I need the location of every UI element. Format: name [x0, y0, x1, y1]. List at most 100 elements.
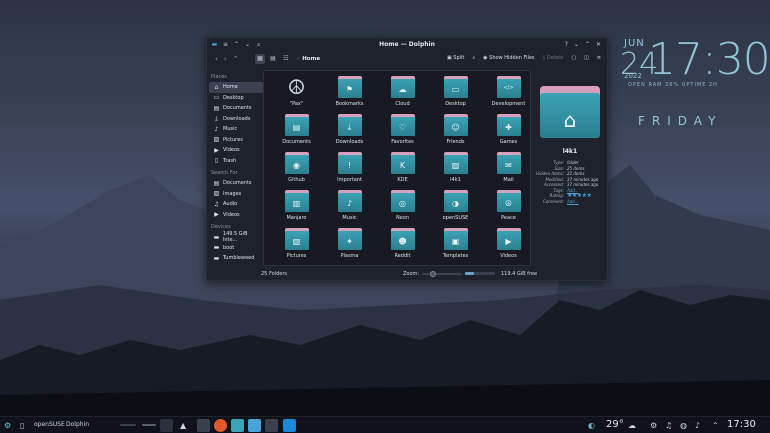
- folder-item[interactable]: ▶ Videos: [482, 227, 535, 265]
- sidebar-item-label: Desktop: [223, 94, 244, 101]
- folder-item[interactable]: ◉ Github: [270, 151, 323, 189]
- pager-icon[interactable]: ▯: [20, 420, 24, 431]
- folder-item[interactable]: ▨ l4k1: [429, 151, 482, 189]
- folder-item[interactable]: ▣ Templates: [429, 227, 482, 265]
- hamburger-menu-icon[interactable]: ≡: [597, 55, 601, 61]
- weather-icon[interactable]: ☁: [628, 420, 636, 431]
- discover-icon[interactable]: [248, 419, 261, 432]
- sidebar-item-documents[interactable]: ▤ Documents: [209, 103, 263, 114]
- folder-item[interactable]: K KDE: [376, 151, 429, 189]
- folder-icon: ◉: [284, 152, 309, 174]
- sidebar-item-label: Downloads: [223, 115, 251, 122]
- sidebar-item-videos[interactable]: ▶ Videos: [209, 210, 263, 221]
- taskbar-clock[interactable]: 17:30: [727, 419, 756, 430]
- folder-item[interactable]: ☮ "Pax": [270, 75, 323, 113]
- sidebar-item-home[interactable]: ⌂ Home: [209, 82, 263, 93]
- maximize-button[interactable]: ⌃: [585, 41, 590, 48]
- breadcrumb-home[interactable]: Home: [302, 56, 320, 62]
- system-settings-icon[interactable]: [197, 419, 210, 432]
- sidebar-item-desktop[interactable]: ▭ Desktop: [209, 93, 263, 104]
- folder-label: Development: [491, 101, 526, 107]
- sidebar-item-downloads[interactable]: ⤓ Downloads: [209, 114, 263, 125]
- folder-item[interactable]: ! Important: [323, 151, 376, 189]
- breadcrumb[interactable]: › Home: [297, 56, 320, 62]
- sidebar-item-trash[interactable]: ▯ Trash: [209, 156, 263, 167]
- file-view: ☮ "Pax" ⚑ Bookmarks ☁ Cloud ▭ Desktop </> Develop…: [263, 70, 531, 266]
- folder-item[interactable]: ☻ Reddit: [376, 227, 429, 265]
- forward-icon[interactable]: ›: [224, 55, 227, 63]
- folder-item[interactable]: ▥ Manjaro: [270, 189, 323, 227]
- details-view-icon[interactable]: ☷: [281, 54, 291, 64]
- folder-item[interactable]: ♪ Music: [323, 189, 376, 227]
- open-terminal-icon[interactable]: ▢: [571, 55, 576, 61]
- folder-item[interactable]: </> Development: [482, 75, 535, 113]
- workspace-icon[interactable]: ▲: [180, 420, 186, 431]
- sidebar-item-images[interactable]: ▨ Images: [209, 189, 263, 200]
- drive-icon: ▬: [213, 254, 220, 262]
- taskbar-item-opensuse[interactable]: openSUSE: [34, 421, 65, 428]
- tray-expand-icon[interactable]: ⌃: [712, 420, 719, 431]
- search-icon[interactable]: ⌕: [472, 55, 475, 61]
- minimize-button[interactable]: ⌄: [574, 41, 579, 48]
- zoom-slider-handle[interactable]: [430, 271, 436, 277]
- show-desktop-icon[interactable]: [160, 419, 173, 432]
- sidebar-item-pictures[interactable]: ▧ Pictures: [209, 135, 263, 146]
- sidebar-item-audio[interactable]: ♫ Audio: [209, 199, 263, 210]
- info-property-row: Comment: Add...: [535, 199, 605, 205]
- info-panel-icon[interactable]: ◫: [584, 55, 589, 61]
- icons-view-icon[interactable]: ▦: [255, 54, 265, 64]
- weather-small-icon[interactable]: ◐: [588, 420, 595, 431]
- sidebar-item-149-5-gib-inte[interactable]: ▬ 149.5 GiB Inte...: [209, 231, 263, 243]
- folder-item[interactable]: ✦ Plasma: [323, 227, 376, 265]
- store-icon[interactable]: [283, 419, 296, 432]
- updates-icon[interactable]: ◍: [680, 420, 687, 431]
- important-icon: !: [347, 161, 352, 170]
- folder-grid: ☮ "Pax" ⚑ Bookmarks ☁ Cloud ▭ Desktop </> Develop…: [270, 75, 526, 265]
- up-icon[interactable]: ⌃: [233, 55, 239, 63]
- firefox-icon[interactable]: [214, 419, 227, 432]
- folder-item[interactable]: ☁ Cloud: [376, 75, 429, 113]
- folder-item[interactable]: ☺ Friends: [429, 113, 482, 151]
- folder-icon: ♪: [337, 190, 362, 212]
- sidebar-item-label: Music: [223, 126, 238, 133]
- sidebar-item-videos[interactable]: ▶ Videos: [209, 145, 263, 156]
- temperature[interactable]: 29°: [606, 419, 624, 430]
- sidebar-item-tumbleweed[interactable]: ▬ Tumbleweed: [209, 253, 263, 264]
- terminal-icon[interactable]: [265, 419, 278, 432]
- folder-label: Music: [342, 215, 357, 221]
- folder-item[interactable]: ⤓ Downloads: [323, 113, 376, 151]
- sidebar-item-music[interactable]: ♪ Music: [209, 124, 263, 135]
- folder-item[interactable]: ▧ Pictures: [270, 227, 323, 265]
- close-button[interactable]: ✕: [596, 41, 601, 48]
- folder-icon: ✦: [337, 228, 362, 250]
- volume-icon[interactable]: ♪: [695, 420, 700, 431]
- pictures-icon: ▧: [292, 237, 301, 246]
- headphones-icon[interactable]: ♫: [665, 420, 672, 431]
- add-link[interactable]: Add...: [567, 199, 605, 205]
- folder-item[interactable]: ☮ Peace: [482, 189, 535, 227]
- compact-view-icon[interactable]: ▤: [268, 54, 278, 64]
- folder-item[interactable]: ✚ Games: [482, 113, 535, 151]
- taskbar-item-dolphin[interactable]: Dolphin: [66, 421, 89, 428]
- back-icon[interactable]: ‹: [215, 55, 218, 63]
- folder-item[interactable]: ♡ Favorites: [376, 113, 429, 151]
- split-button[interactable]: ▣ Split: [447, 55, 464, 61]
- show-hidden-button[interactable]: ◉ Show Hidden Files: [483, 55, 534, 61]
- zoom-slider[interactable]: [422, 271, 462, 277]
- folder-item[interactable]: ▭ Desktop: [429, 75, 482, 113]
- app-launcher-icon[interactable]: ⚙: [4, 420, 11, 431]
- manjaro-icon: ▥: [292, 199, 301, 208]
- folder-item[interactable]: ▤ Documents: [270, 113, 323, 151]
- downloads-icon: ⤓: [215, 114, 218, 122]
- folder-item[interactable]: ⚑ Bookmarks: [323, 75, 376, 113]
- sidebar-item-documents[interactable]: ▤ Documents: [209, 178, 263, 189]
- folder-item[interactable]: ◎ Neon: [376, 189, 429, 227]
- folder-item[interactable]: ✉ Mail: [482, 151, 535, 189]
- folder-icon: ▧: [284, 228, 309, 250]
- folder-item[interactable]: ◑ openSUSE: [429, 189, 482, 227]
- delete-button[interactable]: ▯ Delete: [543, 55, 564, 61]
- help-button[interactable]: ?: [565, 41, 568, 48]
- dolphin-icon[interactable]: [231, 419, 244, 432]
- settings-tray-icon[interactable]: ⚙: [650, 420, 657, 431]
- sidebar-item-boot[interactable]: ▬ boot: [209, 243, 263, 254]
